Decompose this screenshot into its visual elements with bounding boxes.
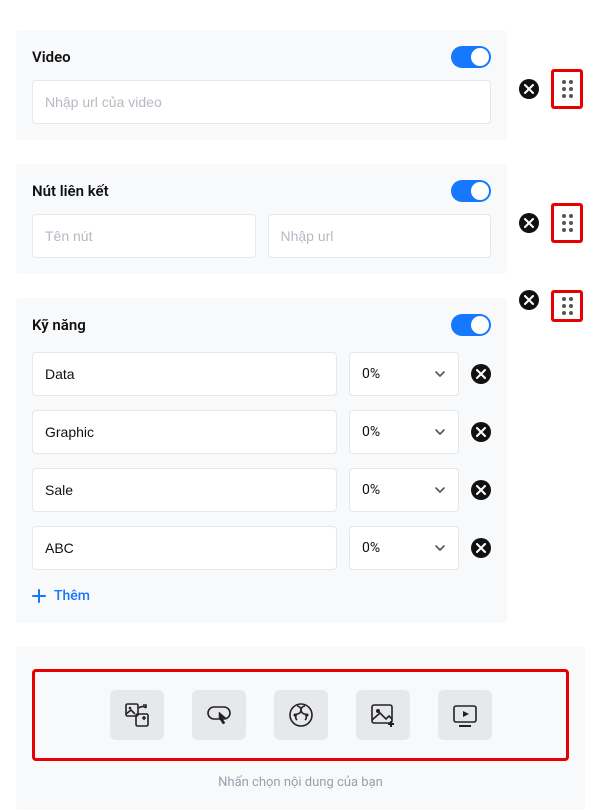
skill-row: 0% (32, 468, 491, 512)
skill-row: 0% (32, 526, 491, 570)
skills-add-label: Thêm (54, 588, 90, 604)
highlight-content-picker (32, 669, 569, 761)
video-url-input[interactable] (32, 80, 491, 124)
highlight-skills-drag (551, 290, 583, 322)
picker-caption: Nhấn chọn nội dung của bạn (32, 775, 569, 790)
skill-remove-button[interactable] (471, 480, 491, 500)
highlight-video-drag (551, 69, 583, 109)
skill-percent-value: 0% (362, 366, 380, 382)
skills-add-button[interactable]: Thêm (32, 588, 90, 604)
chevron-down-icon (434, 542, 446, 554)
linkbutton-remove-button[interactable] (519, 213, 539, 233)
skill-percent-select[interactable]: 0% (349, 410, 459, 454)
linkbutton-name-input[interactable] (32, 214, 256, 258)
picker-skills-block-button[interactable] (274, 690, 328, 740)
linkbutton-title: Nút liên kết (32, 182, 109, 200)
skills-title: Kỹ năng (32, 316, 86, 334)
picker-button-block-button[interactable] (192, 690, 246, 740)
skills-remove-button[interactable] (519, 290, 539, 310)
skill-percent-select[interactable]: 0% (349, 526, 459, 570)
video-title: Video (32, 48, 71, 66)
linkbutton-drag-handle[interactable] (556, 212, 578, 234)
skill-row: 0% (32, 410, 491, 454)
linkbutton-url-input[interactable] (268, 214, 492, 258)
video-remove-button[interactable] (519, 79, 539, 99)
picker-image-gallery-button[interactable] (110, 690, 164, 740)
linkbutton-toggle[interactable] (451, 180, 491, 202)
chevron-down-icon (434, 426, 446, 438)
skill-name-input[interactable] (32, 468, 337, 512)
video-drag-handle[interactable] (556, 78, 578, 100)
skill-percent-select[interactable]: 0% (349, 352, 459, 396)
skill-percent-select[interactable]: 0% (349, 468, 459, 512)
skill-name-input[interactable] (32, 410, 337, 454)
video-toggle[interactable] (451, 46, 491, 68)
skill-percent-value: 0% (362, 540, 380, 556)
chevron-down-icon (434, 484, 446, 496)
chevron-down-icon (434, 368, 446, 380)
skill-remove-button[interactable] (471, 538, 491, 558)
highlight-link-drag (551, 203, 583, 243)
skills-drag-handle[interactable] (556, 295, 578, 317)
skills-toggle[interactable] (451, 314, 491, 336)
skill-percent-value: 0% (362, 424, 380, 440)
picker-image-block-button[interactable] (356, 690, 410, 740)
skill-remove-button[interactable] (471, 422, 491, 442)
skill-name-input[interactable] (32, 352, 337, 396)
picker-video-block-button[interactable] (438, 690, 492, 740)
skill-name-input[interactable] (32, 526, 337, 570)
skill-row: 0% (32, 352, 491, 396)
skill-percent-value: 0% (362, 482, 380, 498)
skill-remove-button[interactable] (471, 364, 491, 384)
